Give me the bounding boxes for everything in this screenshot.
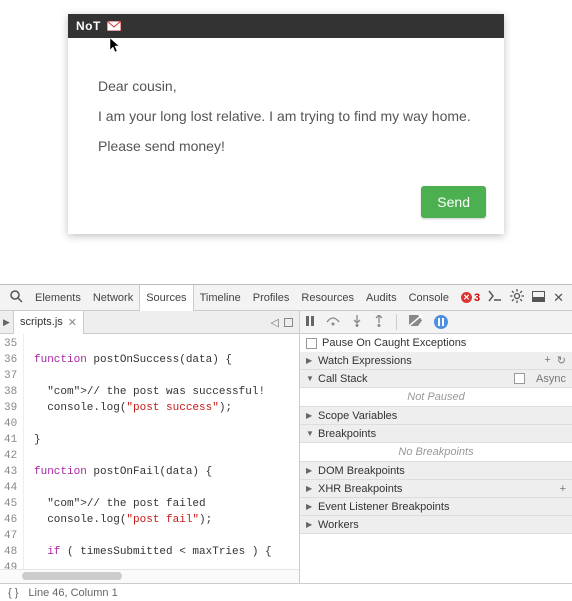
email-body: Dear cousin, I am your long lost relativ… [68, 38, 504, 186]
chevron-right-icon: ▶ [306, 411, 314, 420]
step-out-icon[interactable] [374, 315, 384, 330]
line-number-gutter: 3536373839404142434445464748495051525354… [0, 334, 24, 569]
chevron-right-icon: ▶ [306, 520, 314, 529]
app-title: NoT [76, 19, 101, 33]
chevron-down-icon: ▼ [306, 374, 314, 383]
chevron-right-icon: ▶ [306, 502, 314, 511]
envelope-icon [107, 21, 121, 31]
step-over-icon[interactable] [326, 316, 340, 329]
cursor-position: Line 46, Column 1 [28, 587, 117, 599]
pane-call-stack[interactable]: ▼ Call Stack Async [300, 370, 572, 388]
debugger-sidebar: Pause On Caught Exceptions ▶ Watch Expre… [300, 311, 572, 583]
chevron-down-icon: ▼ [306, 429, 314, 438]
tab-timeline[interactable]: Timeline [194, 285, 247, 311]
tab-sources[interactable]: Sources [139, 285, 193, 311]
pane-event-listener-breakpoints[interactable]: ▶ Event Listener Breakpoints [300, 498, 572, 516]
pause-on-caught-row[interactable]: Pause On Caught Exceptions [300, 334, 572, 352]
email-line: Dear cousin, [98, 78, 474, 94]
tab-network[interactable]: Network [87, 285, 139, 311]
pane-scope-variables[interactable]: ▶ Scope Variables [300, 407, 572, 425]
file-tab-label: scripts.js [20, 316, 63, 328]
breakpoints-status: No Breakpoints [300, 443, 572, 462]
error-count: 3 [474, 292, 480, 304]
pause-button-icon[interactable] [306, 316, 314, 329]
pretty-print-icon[interactable] [284, 318, 293, 327]
error-circle-icon: ✕ [461, 292, 472, 303]
tab-elements[interactable]: Elements [29, 285, 87, 311]
pane-dom-breakpoints[interactable]: ▶ DOM Breakpoints [300, 462, 572, 480]
send-button[interactable]: Send [421, 186, 486, 218]
checkbox[interactable] [514, 373, 525, 384]
dock-icon[interactable] [532, 291, 545, 305]
divider [396, 314, 397, 330]
checkbox[interactable] [306, 338, 317, 349]
gear-icon[interactable] [510, 289, 524, 306]
close-icon[interactable]: ✕ [68, 316, 77, 329]
chevron-right-icon: ▶ [306, 356, 314, 365]
scrollbar-thumb[interactable] [22, 572, 122, 580]
deactivate-breakpoints-icon[interactable] [409, 315, 422, 329]
call-stack-status: Not Paused [300, 388, 572, 407]
tab-audits[interactable]: Audits [360, 285, 403, 311]
show-console-icon[interactable] [488, 290, 502, 305]
email-header: NoT [68, 14, 504, 38]
pane-xhr-breakpoints[interactable]: ▶ XHR Breakpoints + [300, 480, 572, 498]
code-editor[interactable]: 3536373839404142434445464748495051525354… [0, 334, 299, 569]
email-composer: NoT Dear cousin, I am your long lost rel… [68, 14, 504, 234]
search-icon[interactable] [10, 290, 23, 306]
file-tab[interactable]: scripts.js ✕ [14, 311, 84, 334]
step-into-icon[interactable] [352, 315, 362, 330]
code-lines[interactable]: function postOnSuccess(data) { "com">// … [24, 334, 299, 569]
history-back-icon[interactable]: ◁ [271, 316, 279, 329]
error-badge[interactable]: ✕ 3 [461, 292, 480, 304]
add-icon[interactable]: + [544, 354, 550, 367]
chevron-right-icon: ▶ [306, 466, 314, 475]
email-line: Please send money! [98, 138, 474, 154]
mouse-cursor-icon [110, 38, 122, 57]
add-icon[interactable]: + [560, 483, 566, 495]
pane-breakpoints[interactable]: ▼ Breakpoints [300, 425, 572, 443]
refresh-icon[interactable]: ↻ [557, 354, 566, 367]
debugger-toolbar [300, 311, 572, 334]
sources-editor: ▶ scripts.js ✕ ◁ 35363738394041424344454… [0, 311, 300, 583]
close-icon[interactable]: ✕ [553, 290, 564, 306]
email-footer: Send [68, 186, 504, 234]
email-line: I am your long lost relative. I am tryin… [98, 108, 474, 124]
tab-profiles[interactable]: Profiles [247, 285, 296, 311]
pane-workers[interactable]: ▶ Workers [300, 516, 572, 534]
show-navigator-icon[interactable]: ▶ [0, 311, 14, 334]
status-bar: { } Line 46, Column 1 [0, 583, 572, 601]
devtools-panel: Elements Network Sources Timeline Profil… [0, 284, 572, 600]
horizontal-scrollbar[interactable] [0, 569, 299, 583]
pane-watch-expressions[interactable]: ▶ Watch Expressions +↻ [300, 352, 572, 370]
braces-icon[interactable]: { } [8, 587, 18, 599]
pause-caught-label: Pause On Caught Exceptions [322, 337, 466, 349]
file-tabs: ▶ scripts.js ✕ ◁ [0, 311, 299, 334]
tab-resources[interactable]: Resources [295, 285, 360, 311]
chevron-right-icon: ▶ [306, 484, 314, 493]
tab-console[interactable]: Console [403, 285, 455, 311]
pause-on-exceptions-icon[interactable] [434, 315, 448, 329]
devtools-tabbar: Elements Network Sources Timeline Profil… [0, 285, 572, 311]
